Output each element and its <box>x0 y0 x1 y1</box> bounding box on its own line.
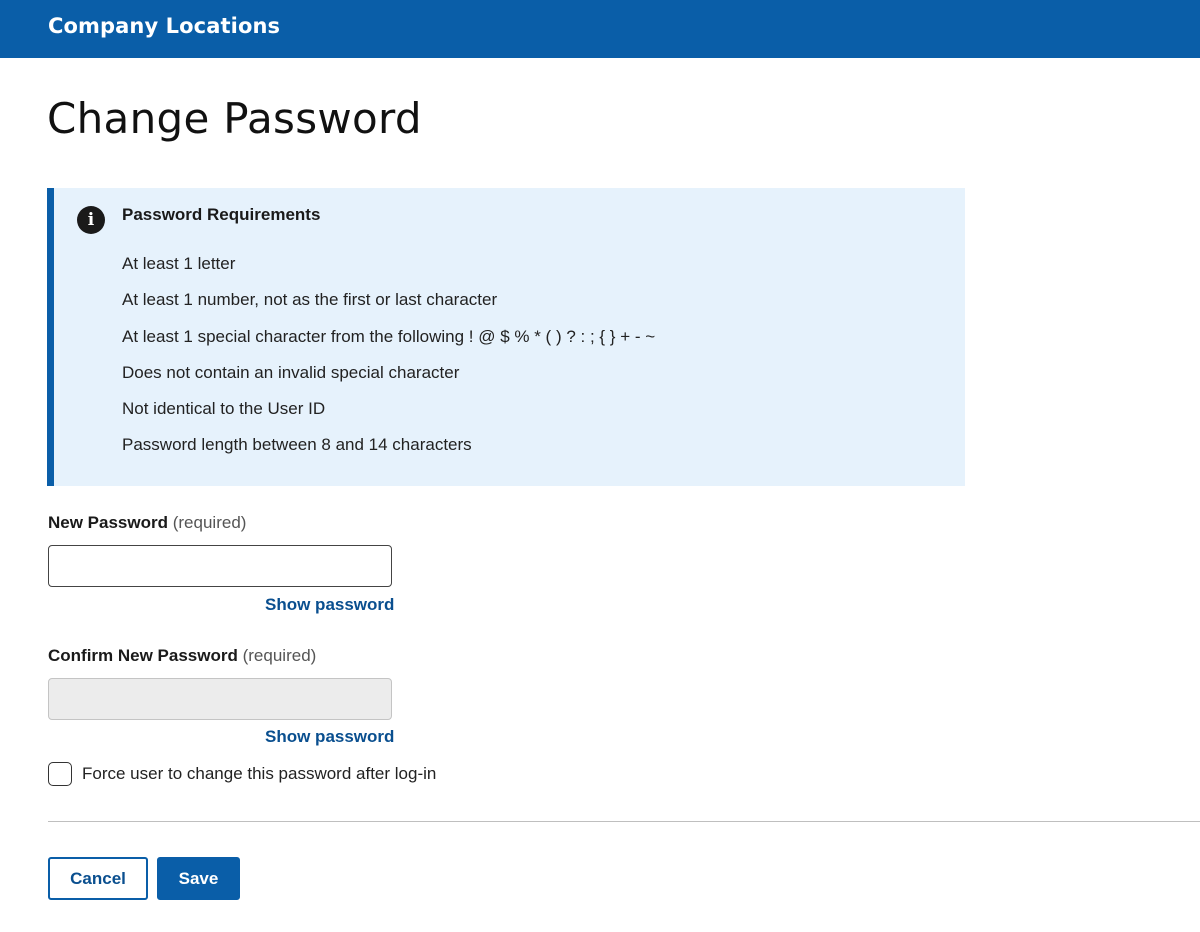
confirm-password-label: Confirm New Password (required) <box>48 646 316 666</box>
new-password-label: New Password (required) <box>48 513 246 533</box>
new-password-show-link[interactable]: Show password <box>265 595 394 615</box>
requirements-title: Password Requirements <box>122 205 321 224</box>
confirm-password-label-text: Confirm New Password <box>48 646 238 665</box>
form-divider <box>48 821 1200 822</box>
confirm-password-input[interactable] <box>48 678 392 720</box>
new-password-label-text: New Password <box>48 513 168 532</box>
info-icon: i <box>77 206 105 234</box>
page-title: Change Password <box>47 94 422 143</box>
confirm-password-required-hint: (required) <box>242 646 317 665</box>
force-change-checkbox[interactable] <box>48 762 72 786</box>
confirm-password-show-link[interactable]: Show password <box>265 727 394 747</box>
password-requirements-panel: i Password Requirements At least 1 lette… <box>47 188 965 486</box>
save-button[interactable]: Save <box>157 857 240 900</box>
requirement-item: At least 1 letter <box>122 254 236 273</box>
new-password-required-hint: (required) <box>172 513 247 532</box>
cancel-button[interactable]: Cancel <box>48 857 148 900</box>
new-password-input[interactable] <box>48 545 392 587</box>
requirement-item: At least 1 special character from the fo… <box>122 326 656 346</box>
requirement-item: Password length between 8 and 14 charact… <box>122 435 472 455</box>
force-change-label[interactable]: Force user to change this password after… <box>82 764 436 784</box>
app-brand-title[interactable]: Company Locations <box>48 14 280 38</box>
requirement-item: At least 1 number, not as the first or l… <box>122 290 498 310</box>
requirement-item: Not identical to the User ID <box>122 399 326 419</box>
top-app-bar: Company Locations <box>0 0 1200 58</box>
requirements-list: At least 1 letter At least 1 number, not… <box>122 254 655 472</box>
requirement-item: Does not contain an invalid special char… <box>122 362 460 382</box>
